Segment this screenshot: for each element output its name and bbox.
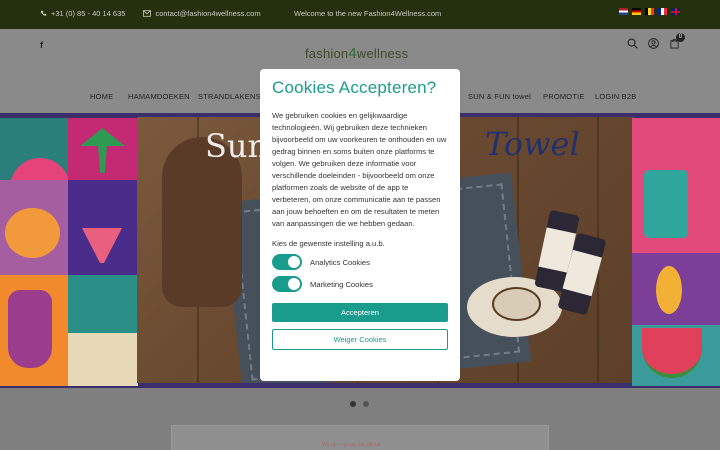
pineapple-icon [656,266,682,314]
contact-info: +31 (0) 85 - 40 14 635 contact@fashion4w… [40,9,261,18]
phone-number: +31 (0) 85 - 40 14 635 [51,9,126,18]
mail-icon [143,10,152,17]
analytics-toggle-row: Analytics Cookies [272,254,448,270]
swimsuit-icon [8,290,52,368]
language-switcher [619,8,680,15]
top-bar: +31 (0) 85 - 40 14 635 contact@fashion4w… [0,0,720,29]
hero-pattern-left [0,118,140,386]
cart-count-badge: 0 [676,33,685,42]
hero-pattern-right [632,118,720,386]
cart-button[interactable]: 0 [669,33,685,49]
cookie-modal: Cookies Accepteren? We gebruiken cookies… [260,69,460,381]
logo-prefix: fashion [305,46,349,61]
facebook-icon[interactable]: f [40,40,43,50]
decline-cookies-button[interactable]: Weiger Cookies [272,329,448,350]
marketing-toggle-row: Marketing Cookies [272,276,448,292]
analytics-cookies-label: Analytics Cookies [310,257,370,267]
carousel-dot[interactable] [350,401,356,407]
flag-gb-icon[interactable] [671,8,680,15]
flag-de-icon[interactable] [632,8,641,15]
marketing-cookies-label: Marketing Cookies [310,279,373,289]
service-text: Wij zijn u graag van dienst [322,442,381,448]
welcome-message: Welcome to the new Fashion4Wellness.com [294,9,442,18]
nav-item-hamamdoeken[interactable]: HAMAMDOEKEN [128,92,190,101]
header-actions: 0 [627,33,685,49]
nav-item-home[interactable]: HOME [90,92,113,101]
carousel-dot[interactable] [363,401,369,407]
flag-nl-icon[interactable] [619,8,628,15]
nav-item-login-b2b[interactable]: LOGIN B2B [595,92,636,101]
nav-item-sun-fun-towel[interactable]: SUN & FUN towel [468,92,531,101]
flag-be-icon[interactable] [645,8,654,15]
nav-item-strandlakens[interactable]: STRANDLAKENS [198,92,261,101]
flag-fr-icon[interactable] [658,8,667,15]
phone-link[interactable]: +31 (0) 85 - 40 14 635 [40,9,125,18]
carousel-dots [350,401,369,407]
site-logo[interactable]: fashion4wellness [305,45,408,62]
pattern-tile [5,208,60,258]
modal-body-text: We gebruiken cookies en gelijkwaardige t… [272,111,447,228]
nav-item-promotie[interactable]: PROMOTIE [543,92,585,101]
pattern-tile [68,333,138,386]
hero-title-left: Sun [205,127,269,165]
logo-four: 4 [348,45,357,62]
phone-icon [40,10,47,16]
email-link[interactable]: contact@fashion4wellness.com [143,9,261,18]
hero-title-right: Towel [485,125,580,163]
service-card: Wij zijn u graag van dienst [171,425,549,450]
account-icon[interactable] [648,38,659,49]
modal-prompt: Kies de gewenste instelling a.u.b. [272,239,385,248]
accept-cookies-button[interactable]: Accepteren [272,303,448,322]
email-address: contact@fashion4wellness.com [155,9,261,18]
search-icon[interactable] [627,38,638,49]
suitcase-icon [644,170,688,238]
logo-suffix: wellness [356,46,409,61]
analytics-cookies-toggle[interactable] [272,254,302,270]
marketing-cookies-toggle[interactable] [272,276,302,292]
modal-title: Cookies Accepteren? [272,78,437,97]
